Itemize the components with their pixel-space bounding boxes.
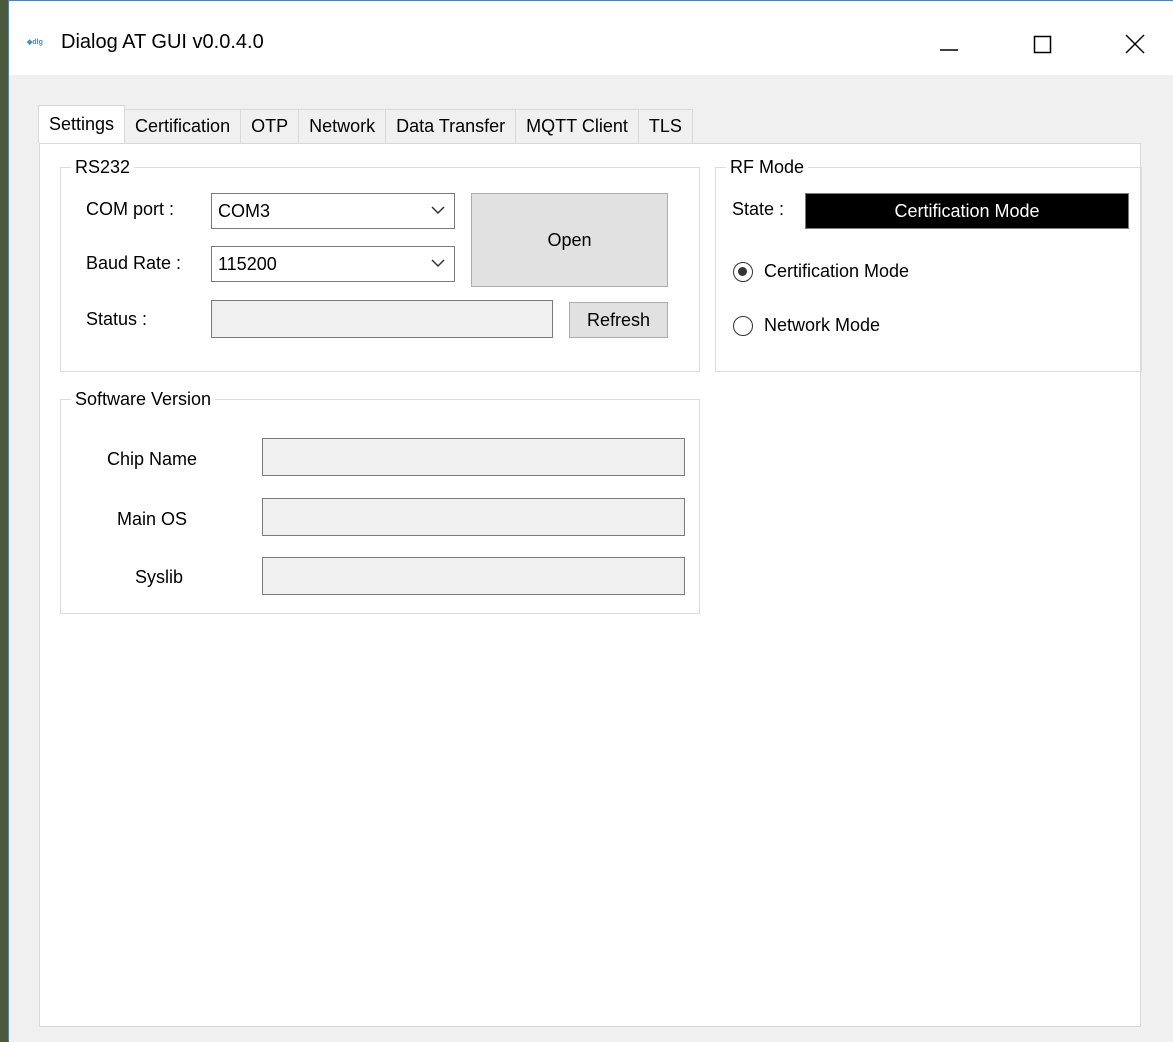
close-button[interactable] — [1105, 19, 1165, 69]
tab-tls[interactable]: TLS — [637, 109, 693, 143]
tab-strip: Settings Certification OTP Network Data … — [38, 105, 693, 143]
minimize-button[interactable] — [919, 19, 979, 69]
maximize-button[interactable] — [1013, 19, 1073, 69]
tab-mqtt-client[interactable]: MQTT Client — [515, 109, 639, 143]
title-bar[interactable]: ◆dlg Dialog AT GUI v0.0.4.0 — [9, 1, 1173, 75]
rf-state-display: Certification Mode — [805, 193, 1129, 229]
baud-rate-select[interactable]: 115200 — [211, 246, 455, 282]
chip-name-label: Chip Name — [107, 449, 198, 469]
minimize-icon — [940, 49, 958, 51]
com-port-select[interactable]: COM3 — [211, 193, 455, 229]
rf-mode-legend: RF Mode — [726, 156, 809, 178]
rs232-legend: RS232 — [71, 156, 135, 178]
main-os-field — [262, 498, 685, 536]
main-os-label: Main OS — [117, 509, 188, 529]
window-title: Dialog AT GUI v0.0.4.0 — [61, 31, 264, 53]
dialog-logo-icon: ◆dlg — [27, 39, 43, 46]
certification-mode-label[interactable]: Certification Mode — [764, 260, 909, 282]
software-version-group: Software Version Chip Name Main OS Sysli… — [60, 388, 700, 614]
tab-certification[interactable]: Certification — [124, 109, 242, 143]
rs232-group: RS232 COM port : COM3 Baud Rate : 115200… — [60, 156, 700, 372]
radio-button[interactable] — [733, 262, 753, 282]
chevron-down-icon — [431, 259, 445, 268]
status-label: Status : — [86, 309, 148, 329]
baud-rate-value: 115200 — [218, 254, 277, 274]
close-icon — [1125, 34, 1145, 54]
refresh-button[interactable]: Refresh — [569, 302, 668, 338]
com-port-value: COM3 — [218, 201, 271, 221]
state-label: State : — [732, 199, 785, 219]
software-version-legend: Software Version — [71, 388, 216, 410]
baud-rate-label: Baud Rate : — [86, 253, 182, 273]
network-mode-label[interactable]: Network Mode — [764, 314, 880, 336]
com-port-label: COM port : — [86, 199, 175, 219]
app-window: ◆dlg Dialog AT GUI v0.0.4.0 Settings Cer… — [8, 0, 1173, 1042]
syslib-field — [262, 557, 685, 595]
status-field — [211, 300, 553, 338]
syslib-label: Syslib — [135, 567, 184, 587]
client-area: Settings Certification OTP Network Data … — [9, 75, 1173, 1042]
chip-name-field — [262, 438, 685, 476]
tab-otp[interactable]: OTP — [240, 109, 300, 143]
maximize-icon — [1033, 35, 1052, 54]
tab-settings[interactable]: Settings — [38, 105, 126, 143]
settings-panel: RS232 COM port : COM3 Baud Rate : 115200… — [39, 143, 1142, 1027]
tab-network[interactable]: Network — [298, 109, 387, 143]
chevron-down-icon — [431, 206, 445, 215]
open-button[interactable]: Open — [471, 193, 668, 287]
rf-mode-group: RF Mode State : Certification Mode Certi… — [715, 156, 1142, 372]
tab-data-transfer[interactable]: Data Transfer — [385, 109, 517, 143]
radio-button[interactable] — [733, 316, 753, 336]
